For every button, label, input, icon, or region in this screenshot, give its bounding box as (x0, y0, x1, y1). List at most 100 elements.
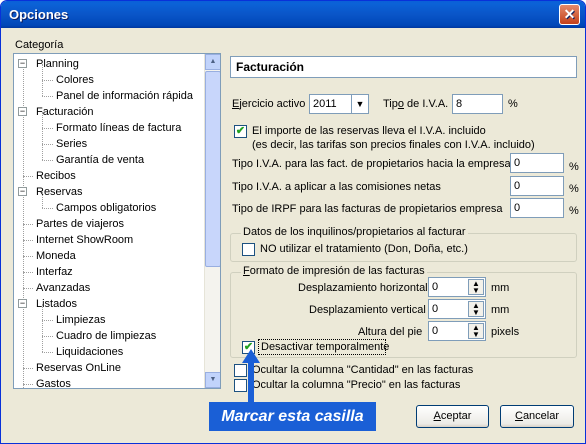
desp-vertical-input[interactable]: 0 ▲ ▼ (428, 299, 486, 319)
tree-item-label: Formato líneas de factura (56, 122, 182, 134)
tree-item[interactable]: Cuadro de limpiezas (56, 328, 156, 344)
tree-connector (42, 352, 53, 353)
tipo-iva-propietarios-label: Tipo I.V.A. para las fact. de propietari… (232, 158, 511, 170)
arrow-down-icon: ▼ (209, 376, 217, 383)
collapse-icon[interactable]: − (18, 187, 27, 196)
iva-input[interactable]: 8 (452, 94, 503, 114)
tree-item[interactable]: Series (56, 136, 87, 152)
tree-connector (42, 160, 53, 161)
tree-item[interactable]: Gastos (36, 376, 71, 388)
tree-connector (42, 96, 53, 97)
reservas-iva-label: El importe de las reservas lleva el I.V.… (252, 125, 486, 137)
tree-connector (23, 176, 33, 177)
tree-item[interactable]: Liquidaciones (56, 344, 123, 360)
spinner-icon[interactable]: ▲ ▼ (468, 301, 484, 317)
tipo-irpf-input[interactable]: 0 (510, 198, 564, 218)
tree-connector (42, 112, 43, 128)
tree-item-label: Avanzadas (36, 282, 91, 294)
tree-item[interactable]: Facturación (36, 104, 93, 120)
tree-item-label: Reservas OnLine (36, 362, 121, 374)
desp-horizontal-value: 0 (432, 281, 439, 293)
ejercicio-select[interactable]: 2011 ▼ (309, 94, 369, 114)
title-bar[interactable]: Opciones ✕ (1, 1, 585, 28)
tree-item-label: Facturación (36, 106, 94, 118)
tree-item[interactable]: Recibos (36, 168, 76, 184)
category-label: Categoría (15, 39, 64, 51)
tree-connector (42, 320, 53, 321)
tipo-iva-comisiones-unit: % (569, 183, 579, 195)
collapse-icon[interactable]: − (18, 299, 27, 308)
desp-horizontal-label: Desplazamiento horizontal (298, 282, 428, 294)
callout-arrow-icon (242, 349, 260, 404)
ocultar-cantidad-label: Ocultar la columna "Cantidad" en las fac… (252, 364, 474, 376)
inquilinos-group-title: Datos de los inquilinos/propietarios al … (241, 226, 468, 238)
cancel-button[interactable]: Cancelar (500, 405, 574, 428)
tree-item[interactable]: Limpiezas (56, 312, 106, 328)
tree-item[interactable]: Reservas OnLine (36, 360, 121, 376)
ejercicio-value: 2011 (313, 98, 337, 110)
tipo-iva-propietarios-input[interactable]: 0 (510, 153, 564, 173)
altura-pie-label: Altura del pie (358, 326, 423, 338)
tree-item[interactable]: Garantía de venta (56, 152, 144, 168)
tree-item-label: Colores (56, 74, 94, 86)
tree-item-label: Internet ShowRoom (36, 234, 134, 246)
tree-item-label: Series (56, 138, 88, 150)
tree-item-label: Garantía de venta (56, 154, 145, 166)
accept-button[interactable]: Aceptar (416, 405, 489, 428)
desactivar-label: Desactivar temporalmente (261, 341, 390, 353)
tree-item[interactable]: Avanzadas (36, 280, 90, 296)
spinner-icon[interactable]: ▲ ▼ (468, 323, 484, 339)
reservas-iva-checkbox[interactable]: ✔ (234, 125, 247, 138)
tree-item-label: Moneda (36, 250, 76, 262)
collapse-icon[interactable]: − (18, 59, 27, 68)
tree-connector (42, 304, 43, 320)
tree-connector (42, 320, 43, 336)
desp-horizontal-input[interactable]: 0 ▲ ▼ (428, 277, 486, 297)
tree-item-label: Cuadro de limpiezas (56, 330, 157, 342)
tree-item[interactable]: Panel de información rápida (56, 88, 193, 104)
tipo-iva-comisiones-input[interactable]: 0 (510, 176, 564, 196)
tree-item-label: Recibos (36, 170, 76, 182)
tipo-irpf-unit: % (569, 205, 579, 217)
tree-item[interactable]: Formato líneas de factura (56, 120, 181, 136)
ocultar-precio-label: Ocultar la columna "Precio" en las factu… (252, 379, 461, 391)
tree-connector (23, 384, 33, 385)
spinner-icon[interactable]: ▲ ▼ (468, 279, 484, 295)
chevron-down-icon[interactable]: ▼ (351, 95, 368, 113)
tree-item[interactable]: Partes de viajeros (36, 216, 124, 232)
tree-item[interactable]: Moneda (36, 248, 76, 264)
category-tree[interactable]: Planning − Colores Panel de información ráp… (13, 53, 221, 389)
tree-item-label: Campos obligatorios (56, 202, 157, 214)
close-button[interactable]: ✕ (559, 4, 580, 25)
tree-item-label: Panel de información rápida (56, 90, 193, 102)
tree-connector (42, 144, 53, 145)
iva-unit: % (508, 98, 518, 110)
tipo-iva-propietarios-unit: % (569, 161, 579, 173)
scroll-down-button[interactable]: ▼ (205, 372, 220, 388)
desp-horizontal-unit: mm (491, 282, 510, 294)
tree-item-label: Liquidaciones (56, 346, 124, 358)
tipo-irpf-label: Tipo de IRPF para las facturas de propie… (232, 203, 503, 215)
formato-group-title: Formato de impresión de las facturas (241, 265, 427, 277)
tree-connector (23, 224, 33, 225)
scroll-up-button[interactable]: ▲ (205, 54, 220, 70)
tree-connector (42, 192, 43, 208)
tree-item[interactable]: Interfaz (36, 264, 73, 280)
tree-item[interactable]: Colores (56, 72, 94, 88)
tree-item-label: Interfaz (36, 266, 73, 278)
tree-connector (42, 336, 43, 352)
desp-vertical-label: Desplazamiento vertical (309, 304, 426, 316)
tree-connector (23, 240, 33, 241)
altura-pie-unit: pixels (491, 326, 520, 338)
tree-scrollbar[interactable]: ▲ ▼ (204, 54, 220, 388)
tree-item[interactable]: Campos obligatorios (56, 200, 156, 216)
tree-item-label: Gastos (36, 378, 71, 388)
altura-pie-input[interactable]: 0 ▲ ▼ (428, 321, 486, 341)
tree-connector (42, 80, 53, 81)
tree-item[interactable]: Internet ShowRoom (36, 232, 133, 248)
tree-connector (42, 144, 43, 160)
scroll-thumb[interactable] (205, 71, 220, 267)
tree-connector (42, 128, 53, 129)
collapse-icon[interactable]: − (18, 107, 27, 116)
no-tratamiento-checkbox[interactable] (242, 243, 255, 256)
